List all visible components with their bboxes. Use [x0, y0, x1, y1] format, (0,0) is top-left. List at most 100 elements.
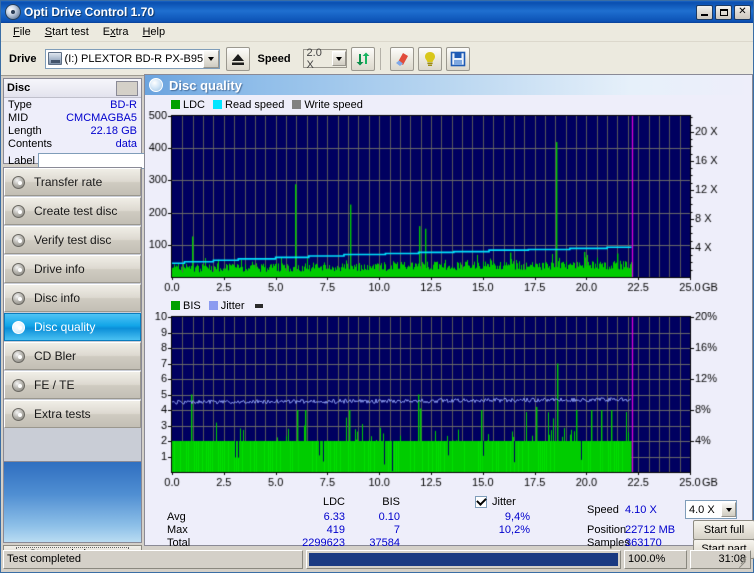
disc-row-contents: Contents data: [4, 137, 141, 150]
stats-samples-value: 363170: [625, 537, 662, 549]
sidebar-item-label: Disc info: [34, 291, 81, 305]
eraser-icon: [395, 52, 408, 66]
status-message: Test completed: [3, 549, 303, 569]
stats-ldc-total: 2299623: [302, 537, 345, 549]
disc-row-value: 22.18 GB: [90, 125, 137, 137]
legend-label-read-speed: Read speed: [225, 98, 285, 111]
disc-row-length: Length 22.18 GB: [4, 124, 141, 137]
refresh-icon: [356, 52, 370, 65]
menu-item-extra[interactable]: Extra: [96, 24, 136, 40]
app-window: Opti Drive Control 1.70 ✕ File Start tes…: [0, 0, 754, 573]
sidebar-item-label: CD Bler: [34, 349, 77, 363]
resize-grip[interactable]: [736, 554, 750, 569]
stats-header-ldc: LDC: [322, 496, 345, 508]
stats-ldc-avg: 6.33: [323, 511, 345, 523]
test-speed-select[interactable]: 4.0 X: [685, 500, 737, 519]
close-button[interactable]: ✕: [734, 4, 751, 20]
stats-jitter-avg: 9,4%: [504, 511, 530, 523]
legend-swatch-extra: [254, 303, 263, 308]
legend-label-bis: BIS: [183, 299, 201, 312]
stats-row-label-total: Total: [167, 537, 191, 549]
sidebar-item-drive-info[interactable]: Drive info: [4, 255, 141, 283]
erase-button[interactable]: [389, 46, 414, 71]
sidebar-item-transfer-rate[interactable]: Transfer rate: [4, 168, 141, 196]
stats-jitter-max: 10,2%: [498, 524, 530, 536]
sidebar-item-disc-info[interactable]: Disc info: [4, 284, 141, 312]
bis-chart-canvas[interactable]: [145, 312, 752, 492]
legend-entry-ldc: LDC: [171, 99, 205, 111]
legend-entry-jitter: Jitter: [208, 300, 245, 312]
legend-swatch-write-speed: [292, 100, 302, 109]
refresh-button[interactable]: [350, 46, 375, 71]
sidebar-item-extra-tests[interactable]: Extra tests: [4, 400, 141, 428]
disc-icon: [11, 407, 28, 422]
jitter-checkbox[interactable]: [475, 496, 487, 508]
legend-entry-read-speed: Read speed: [213, 99, 284, 111]
legend-swatch-bis: [171, 301, 180, 310]
legend-swatch-ldc: [171, 100, 180, 109]
sidebar-item-label: Extra tests: [34, 407, 91, 421]
stats-speed-value: 4.10 X: [625, 504, 657, 516]
sidebar-item-disc-quality[interactable]: Disc quality: [4, 313, 141, 341]
stats-header-bis: BIS: [382, 496, 400, 508]
disc-quality-icon: [149, 78, 163, 92]
stats-speed-label: Speed: [587, 504, 619, 516]
test-speed-select-value: 4.0 X: [689, 503, 715, 516]
menu-item-start-test[interactable]: Start test: [38, 24, 96, 40]
disc-info-panel: Disc Type BD-R MID CMCMAGBA5 Length 22.1…: [3, 78, 204, 170]
drive-icon: [47, 52, 62, 65]
disc-icon: [11, 262, 28, 277]
disc-row-value: BD-R: [110, 99, 137, 111]
ldc-chart[interactable]: [145, 111, 752, 297]
jitter-label: Jitter: [492, 496, 516, 508]
disc-icon: [11, 378, 28, 393]
stats-row-label-max: Max: [167, 524, 188, 536]
main-panel: Disc quality LDC Read speed Write speed: [144, 74, 754, 559]
legend-entry-write-speed: Write speed: [292, 99, 363, 111]
sidebar-item-create-test-disc[interactable]: Create test disc: [4, 197, 141, 225]
sidebar-item-verify-test-disc[interactable]: Verify test disc: [4, 226, 141, 254]
disc-icon: [11, 291, 28, 306]
stats-bis-max: 7: [393, 524, 400, 536]
chevron-down-icon[interactable]: [721, 502, 736, 517]
sidebar-item-label: Verify test disc: [34, 233, 112, 247]
maximize-button[interactable]: [715, 4, 732, 20]
left-sidebar: Disc Type BD-R MID CMCMAGBA5 Length 22.1…: [3, 78, 204, 562]
chevron-down-icon[interactable]: [202, 49, 219, 68]
disc-row-key: Contents: [8, 138, 53, 150]
drive-select-value: (I:) PLEXTOR BD-R PX-B950SA 1.04: [64, 52, 203, 65]
disc-row-key: Length: [8, 125, 42, 137]
drive-label: Drive: [9, 52, 37, 65]
sidebar-item-label: Disc quality: [34, 320, 96, 334]
menu-item-file[interactable]: File: [6, 24, 38, 40]
disc-row-key: MID: [8, 112, 29, 124]
disc-icon: [11, 320, 28, 335]
legend-label-ldc: LDC: [183, 98, 206, 111]
stats-samples-label: Samples: [587, 537, 630, 549]
window-title: Opti Drive Control 1.70: [24, 5, 155, 19]
chevron-down-icon[interactable]: [331, 51, 346, 66]
ldc-chart-legend: LDC Read speed Write speed: [145, 98, 752, 111]
eject-button[interactable]: [225, 46, 250, 71]
disc-row-mid: MID CMCMAGBA5: [4, 111, 141, 124]
speed-select[interactable]: 2.0 X: [302, 47, 347, 71]
sidebar-item-fe-te[interactable]: FE / TE: [4, 371, 141, 399]
title-bar: Opti Drive Control 1.70 ✕: [1, 1, 753, 23]
sidebar-item-label: Drive info: [34, 262, 85, 276]
start-full-button[interactable]: Start full: [693, 520, 754, 540]
disc-icon: [11, 204, 28, 219]
menu-bar: File Start test Extra Help: [1, 23, 753, 42]
ldc-chart-canvas[interactable]: [145, 111, 752, 297]
bulb-button[interactable]: [417, 46, 442, 71]
sidebar-item-cd-bler[interactable]: CD Bler: [4, 342, 141, 370]
drive-select[interactable]: (I:) PLEXTOR BD-R PX-B950SA 1.04: [44, 48, 220, 69]
legend-swatch-jitter: [208, 301, 218, 310]
legend-entry-bis: BIS: [171, 300, 201, 312]
bis-chart-legend: BIS Jitter: [145, 299, 752, 312]
menu-item-help[interactable]: Help: [135, 24, 172, 40]
disc-panel-header: Disc: [4, 79, 141, 98]
bis-chart[interactable]: [145, 312, 752, 492]
minimize-button[interactable]: [696, 4, 713, 20]
save-button[interactable]: [445, 46, 470, 71]
disc-panel-title: Disc: [7, 82, 31, 94]
